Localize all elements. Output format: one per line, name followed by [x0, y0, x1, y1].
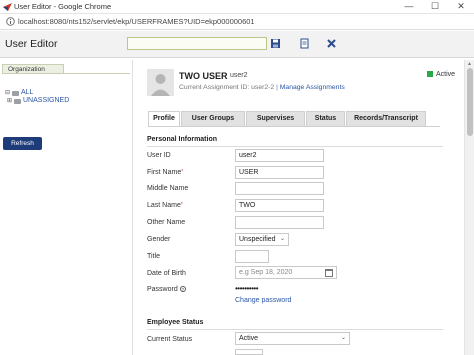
- collapse-icon[interactable]: ⊟: [5, 89, 12, 97]
- scroll-thumb[interactable]: [467, 68, 473, 136]
- assignment-info: Current Assignment ID: user2-2 | Manage …: [179, 84, 345, 91]
- current-status-value: Active: [239, 335, 259, 342]
- address-bar[interactable]: localhost:8080/nts152/servlet/ekp/USERFR…: [0, 14, 474, 30]
- dob-placeholder: e.g Sep 18, 2020: [239, 269, 293, 276]
- tree-label-all[interactable]: ALL: [21, 89, 33, 97]
- required-marker: *: [181, 169, 184, 175]
- maximize-button[interactable]: ☐: [422, 0, 448, 13]
- required-marker: *: [180, 202, 183, 208]
- partial-field[interactable]: [235, 349, 263, 355]
- dob-field[interactable]: e.g Sep 18, 2020: [235, 266, 337, 279]
- browser-title-bar: User Editor - Google Chrome — ☐ ✕: [0, 0, 474, 14]
- app-header: User Editor: [0, 31, 474, 58]
- current-status-select[interactable]: Active ⌄: [235, 332, 350, 345]
- tree-item-unassigned[interactable]: ⊞ UNASSIGNED: [5, 97, 69, 105]
- header-input[interactable]: [127, 37, 267, 50]
- user-detail-panel: TWO USER user2 Current Assignment ID: us…: [140, 60, 464, 355]
- chevron-down-icon: ⌄: [340, 335, 346, 341]
- user-id-label: User ID: [147, 152, 171, 159]
- delete-icon[interactable]: [326, 38, 337, 49]
- gender-select[interactable]: Unspecified ⌄: [235, 233, 289, 246]
- status-badge: Active: [436, 71, 456, 78]
- last-name-field[interactable]: TWO: [235, 199, 324, 212]
- title-field[interactable]: [235, 250, 269, 263]
- close-window-button[interactable]: ✕: [448, 0, 474, 13]
- app-logo-icon: [3, 3, 12, 11]
- last-name-label-text: Last Name: [147, 202, 181, 209]
- current-status-label: Current Status: [147, 336, 193, 343]
- last-name-label: Last Name*: [147, 202, 183, 209]
- folder-icon: [12, 90, 19, 96]
- url-text: localhost:8080/nts152/servlet/ekp/USERFR…: [18, 17, 255, 26]
- user-name: TWO USER: [179, 71, 228, 81]
- password-label: Password?: [147, 286, 186, 293]
- tab-profile[interactable]: Profile: [148, 111, 180, 127]
- save-icon[interactable]: [270, 38, 281, 49]
- personal-info-heading: Personal Information: [147, 136, 218, 143]
- tab-supervises[interactable]: Supervises: [246, 111, 305, 127]
- divider: [147, 329, 443, 330]
- avatar: [147, 69, 174, 96]
- assignment-id-text: Current Assignment ID: user2-2 |: [179, 84, 278, 91]
- employee-status-heading: Employee Status: [147, 319, 204, 326]
- scroll-up-icon[interactable]: ▲: [467, 61, 472, 67]
- folder-icon: [14, 98, 21, 104]
- calendar-icon[interactable]: [325, 269, 333, 277]
- chevron-down-icon: ⌄: [279, 236, 285, 242]
- tab-status[interactable]: Status: [306, 111, 345, 127]
- page-title: User Editor: [5, 38, 58, 50]
- tab-divider: [148, 126, 440, 127]
- refresh-button[interactable]: Refresh: [3, 137, 42, 150]
- first-name-label: First Name*: [147, 169, 183, 176]
- first-name-field[interactable]: USER: [235, 166, 324, 179]
- change-password-link[interactable]: Change password: [235, 297, 291, 304]
- tree-label-unassigned[interactable]: UNASSIGNED: [23, 97, 69, 105]
- middle-name-label: Middle Name: [147, 185, 189, 192]
- divider: [2, 73, 130, 74]
- password-label-text: Password: [147, 286, 178, 293]
- tab-user-groups[interactable]: User Groups: [181, 111, 245, 127]
- status-indicator: [427, 71, 433, 77]
- info-icon[interactable]: [6, 17, 15, 26]
- password-value: ••••••••••: [235, 284, 259, 293]
- first-name-label-text: First Name: [147, 169, 182, 176]
- dob-label: Date of Birth: [147, 270, 186, 277]
- other-name-label: Other Name: [147, 219, 186, 226]
- window-title: User Editor - Google Chrome: [14, 2, 112, 11]
- organization-panel: Organization ⊟ ALL ⊞ UNASSIGNED Refresh: [0, 60, 133, 355]
- tree-item-all[interactable]: ⊟ ALL: [5, 89, 69, 97]
- org-tree: ⊟ ALL ⊞ UNASSIGNED: [5, 89, 69, 105]
- user-id: user2: [230, 72, 248, 79]
- middle-name-field[interactable]: [235, 182, 324, 195]
- document-icon[interactable]: [299, 38, 310, 49]
- help-icon[interactable]: ?: [179, 286, 186, 293]
- tab-bar: Profile User Groups Supervises Status Re…: [148, 111, 427, 127]
- scrollbar[interactable]: ▲: [464, 60, 474, 355]
- tab-records-transcript[interactable]: Records/Transcript: [346, 111, 426, 127]
- other-name-field[interactable]: [235, 216, 324, 229]
- user-id-field[interactable]: user2: [235, 149, 324, 162]
- expand-icon[interactable]: ⊞: [7, 97, 14, 105]
- minimize-button[interactable]: —: [396, 0, 422, 13]
- gender-value: Unspecified: [239, 236, 276, 243]
- divider: [147, 146, 443, 147]
- gender-label: Gender: [147, 236, 171, 243]
- manage-assignments-link[interactable]: Manage Assignments: [280, 84, 345, 91]
- title-label: Title: [147, 253, 160, 260]
